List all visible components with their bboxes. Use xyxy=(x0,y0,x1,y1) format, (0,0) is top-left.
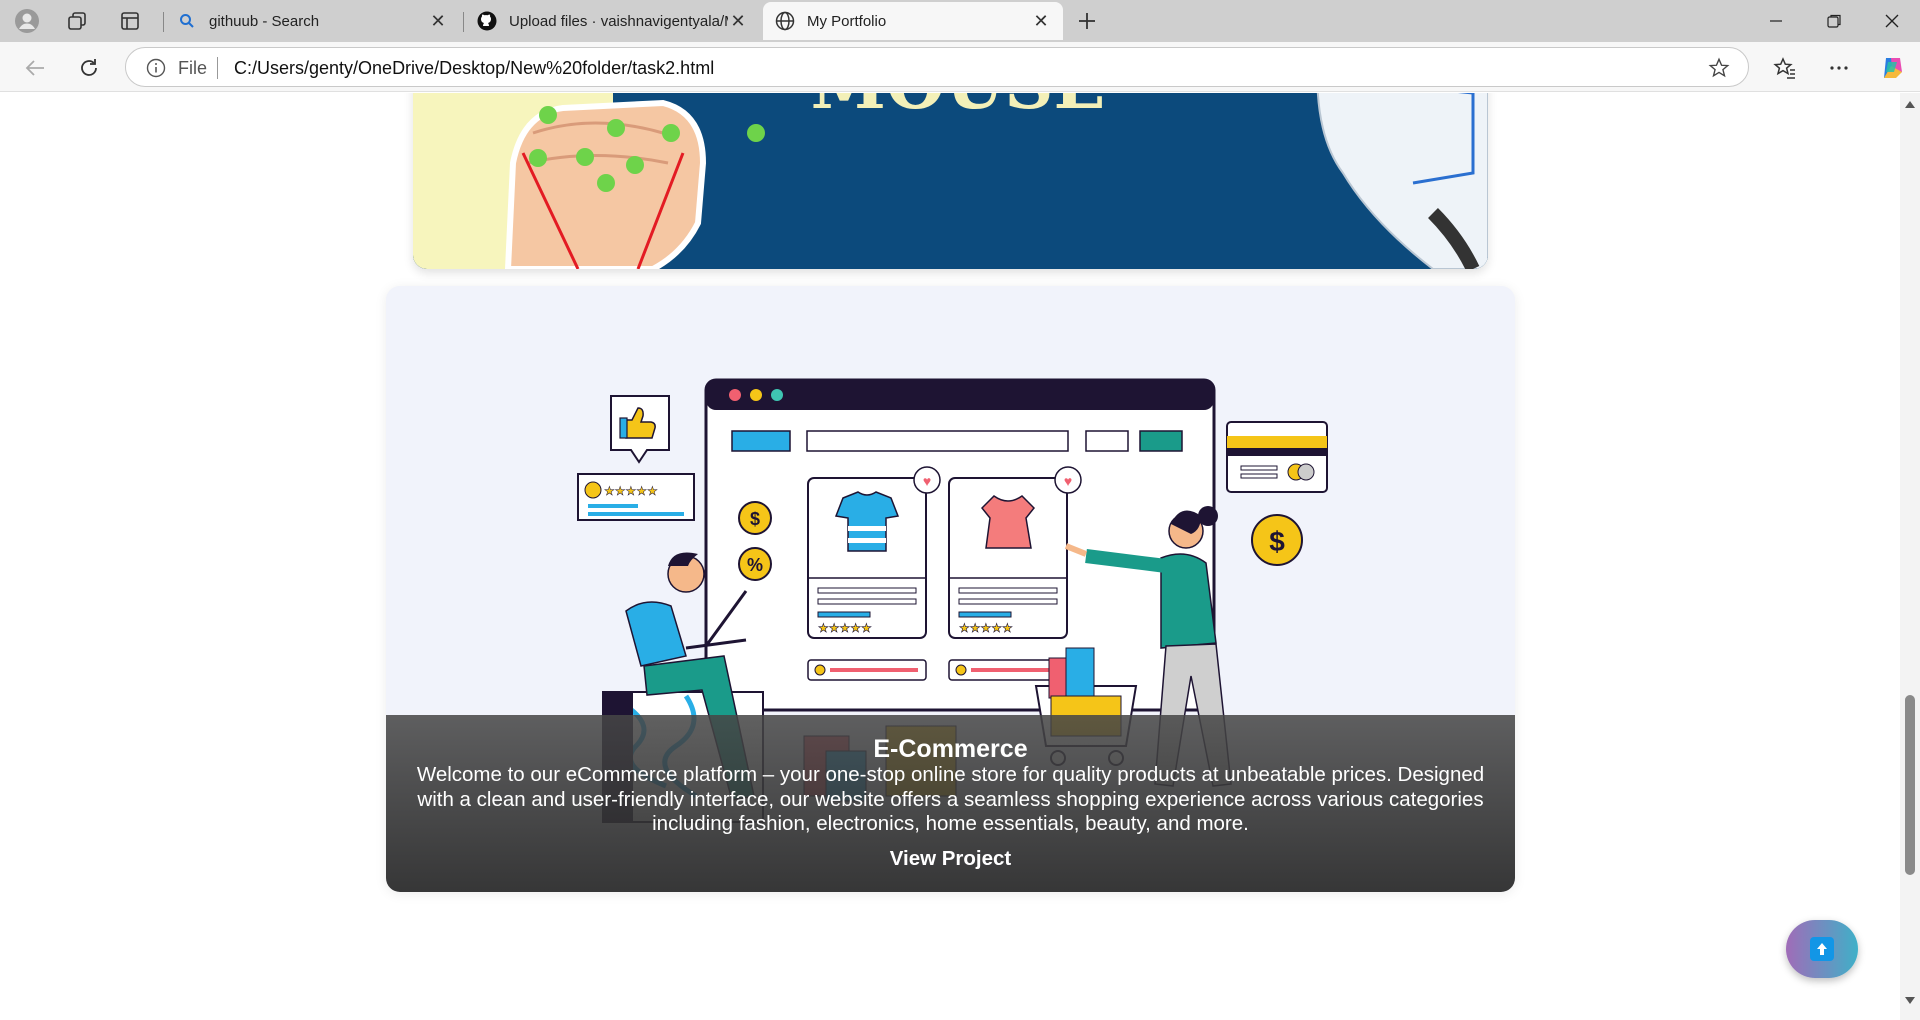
page-viewport: MOUSE ★★★★★ ♥ xyxy=(0,93,1920,1020)
globe-icon xyxy=(775,11,795,31)
vertical-tabs-icon[interactable] xyxy=(115,6,145,36)
back-button[interactable] xyxy=(18,51,52,85)
address-divider xyxy=(217,57,218,79)
project-card-virtual-mouse: MOUSE xyxy=(413,93,1488,269)
restore-button[interactable] xyxy=(1806,0,1862,42)
address-bar[interactable]: File C:/Users/genty/OneDrive/Desktop/New… xyxy=(125,47,1749,87)
copilot-icon[interactable] xyxy=(1876,51,1910,85)
view-project-link[interactable]: View Project xyxy=(386,847,1515,871)
scroll-to-top-button[interactable] xyxy=(1786,920,1858,978)
new-tab-button[interactable] xyxy=(1070,4,1104,38)
arrow-up-icon xyxy=(1810,937,1834,961)
project-description: Welcome to our eCommerce platform – your… xyxy=(416,763,1485,835)
tab-separator xyxy=(163,12,164,32)
close-icon[interactable]: ✕ xyxy=(1031,11,1051,31)
svg-text:★★★★★: ★★★★★ xyxy=(959,621,1013,635)
search-icon xyxy=(177,11,197,31)
tab-title: My Portfolio xyxy=(807,12,887,30)
project-card-ecommerce: ★★★★★ ♥ ★★★★★ ♥ ★★★★★ $ % $ E-Commerce W… xyxy=(386,286,1515,892)
image-heading-text: MOUSE xyxy=(811,93,1106,125)
scroll-down-arrow-icon[interactable] xyxy=(1904,994,1916,1006)
tab-upload-files[interactable]: Upload files · vaishnavigentyala/M ✕ xyxy=(465,2,760,40)
favorite-star-icon[interactable] xyxy=(1708,57,1730,79)
navigation-bar: File C:/Users/genty/OneDrive/Desktop/New… xyxy=(0,42,1920,92)
tab-my-portfolio[interactable]: My Portfolio ✕ xyxy=(763,2,1063,40)
dollar-symbol: $ xyxy=(750,509,760,529)
url-text[interactable]: C:/Users/genty/OneDrive/Desktop/New%20fo… xyxy=(234,58,714,79)
tab-search[interactable]: githuub - Search ✕ xyxy=(165,2,460,40)
project-info-overlay: E-Commerce Welcome to our eCommerce plat… xyxy=(386,715,1515,892)
minimize-button[interactable] xyxy=(1748,0,1804,42)
close-icon[interactable]: ✕ xyxy=(428,11,448,31)
svg-text:★★★★★: ★★★★★ xyxy=(604,484,658,498)
info-icon[interactable] xyxy=(146,58,166,78)
more-menu-button[interactable] xyxy=(1822,51,1856,85)
scroll-up-arrow-icon[interactable] xyxy=(1904,99,1916,111)
tab-title: githuub - Search xyxy=(209,12,320,30)
dollar-symbol-large: $ xyxy=(1269,526,1285,557)
close-window-button[interactable] xyxy=(1864,0,1920,42)
scheme-label: File xyxy=(178,58,208,78)
percent-symbol: % xyxy=(747,555,763,575)
tab-title: Upload files · vaishnavigentyala/M xyxy=(509,12,728,30)
svg-text:★★★★★: ★★★★★ xyxy=(818,621,872,635)
page-scrollbar[interactable] xyxy=(1900,93,1920,1020)
scrollbar-thumb[interactable] xyxy=(1905,695,1915,875)
collections-icon[interactable] xyxy=(62,6,92,36)
refresh-button[interactable] xyxy=(72,51,106,85)
favorites-button[interactable] xyxy=(1768,51,1802,85)
svg-text:♥: ♥ xyxy=(923,473,931,489)
svg-text:♥: ♥ xyxy=(1064,473,1072,489)
profile-icon[interactable] xyxy=(12,6,42,36)
virtual-mouse-image: MOUSE xyxy=(413,93,1488,269)
tab-separator xyxy=(463,12,464,32)
github-icon xyxy=(477,11,497,31)
close-icon[interactable]: ✕ xyxy=(728,11,748,31)
tab-strip: githuub - Search ✕ Upload files · vaishn… xyxy=(0,0,1920,42)
project-title: E-Commerce xyxy=(873,735,1028,763)
